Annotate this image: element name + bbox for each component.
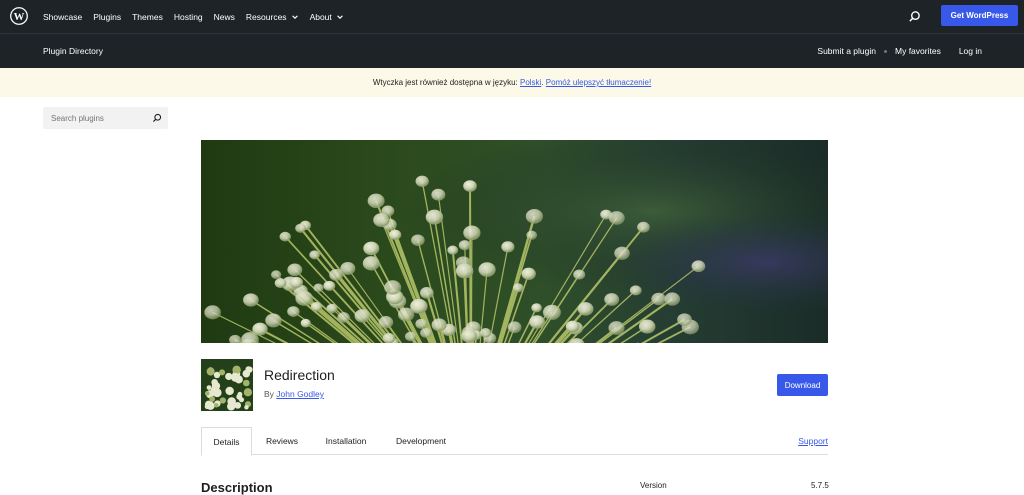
language-link[interactable]: Polski — [520, 78, 541, 87]
nav-plugins[interactable]: Plugins — [93, 12, 121, 22]
search-input[interactable] — [43, 107, 148, 129]
author-link[interactable]: John Godley — [276, 389, 324, 399]
global-header: W Showcase Plugins Themes Hosting News R… — [0, 0, 1024, 33]
search-icon[interactable] — [908, 10, 921, 23]
support-link[interactable]: Support — [798, 436, 828, 446]
tab-development[interactable]: Development — [386, 427, 456, 455]
get-wordpress-button[interactable]: Get WordPress — [941, 5, 1018, 26]
subnav: Submit a plugin My favorites Log in — [817, 46, 982, 56]
log-in-link[interactable]: Log in — [959, 46, 982, 56]
search-icon[interactable] — [152, 113, 162, 123]
plugin-tabs: Details Reviews Installation Development… — [201, 427, 828, 455]
global-nav: Showcase Plugins Themes Hosting News Res… — [43, 0, 355, 33]
chevron-down-icon — [291, 13, 299, 21]
nav-themes[interactable]: Themes — [132, 12, 163, 22]
tab-reviews[interactable]: Reviews — [257, 427, 307, 455]
translation-notice: Wtyczka jest również dostępna w języku: … — [0, 68, 1024, 97]
nav-news[interactable]: News — [214, 12, 235, 22]
notice-text: Wtyczka jest również dostępna w języku: — [373, 78, 520, 87]
nav-showcase[interactable]: Showcase — [43, 12, 82, 22]
wordpress-logo-icon[interactable]: W — [10, 7, 28, 25]
svg-text:W: W — [14, 11, 25, 23]
plugin-title: Redirection — [264, 367, 335, 383]
plugin-directory-bar: Plugin Directory Submit a plugin My favo… — [0, 33, 1024, 68]
nav-about[interactable]: About — [310, 12, 344, 22]
separator-dot — [884, 50, 887, 53]
plugin-icon — [201, 359, 253, 411]
plugin-search — [43, 107, 168, 129]
download-button[interactable]: Download — [777, 374, 828, 396]
nav-resources[interactable]: Resources — [246, 12, 299, 22]
help-translate-link[interactable]: Pomóż ulepszyć tłumaczenie! — [546, 78, 651, 87]
nav-hosting[interactable]: Hosting — [174, 12, 203, 22]
description-heading: Description — [201, 480, 273, 495]
plugin-banner-image — [201, 140, 828, 343]
my-favorites-link[interactable]: My favorites — [895, 46, 941, 56]
chevron-down-icon — [336, 13, 344, 21]
tab-installation[interactable]: Installation — [316, 427, 376, 455]
plugin-directory-link[interactable]: Plugin Directory — [43, 46, 103, 56]
plugin-byline: By John Godley — [264, 389, 324, 399]
tab-details[interactable]: Details — [201, 427, 252, 456]
submit-plugin-link[interactable]: Submit a plugin — [817, 46, 876, 56]
allium-flower-photo — [201, 140, 828, 343]
